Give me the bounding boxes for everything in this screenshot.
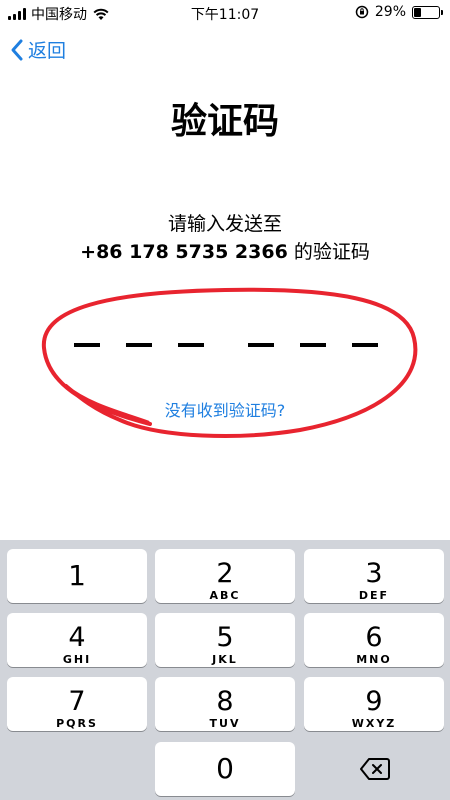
key-3[interactable]: 3 DEF xyxy=(304,549,444,603)
key-digit: 9 xyxy=(365,686,383,717)
key-letters: PQRS xyxy=(56,717,98,730)
key-letters: TUV xyxy=(209,717,241,730)
key-letters: GHI xyxy=(62,653,92,666)
status-bar: 中国移动 下午11:07 29% xyxy=(0,0,450,26)
key-digit: 0 xyxy=(216,752,234,785)
key-digit: 8 xyxy=(216,686,234,717)
key-9[interactable]: 9 WXYZ xyxy=(304,677,444,731)
verification-code-input[interactable] xyxy=(70,330,380,360)
delete-key[interactable] xyxy=(304,742,444,796)
battery-percent: 29% xyxy=(374,4,406,20)
backspace-icon xyxy=(360,758,390,780)
key-7[interactable]: 7 PQRS xyxy=(7,677,147,731)
battery-level-fill xyxy=(414,7,421,17)
instruction-text: 请输入发送至 +86 178 5735 2366 的验证码 xyxy=(0,210,450,266)
key-4[interactable]: 4 GHI xyxy=(7,613,147,667)
key-digit: 5 xyxy=(216,622,234,653)
code-slot xyxy=(74,343,100,347)
phone-number: +86 178 5735 2366 xyxy=(80,241,288,263)
annotation-circle xyxy=(41,287,418,438)
key-letters: JKL xyxy=(212,653,238,666)
page-title: 验证码 xyxy=(170,101,279,142)
key-letters: DEF xyxy=(358,589,390,602)
key-5[interactable]: 5 JKL xyxy=(155,613,295,667)
numeric-keypad: 1 2 ABC 3 DEF 4 GHI 5 JKL 6 MNO 7 PQRS 8… xyxy=(0,540,450,800)
key-digit: 3 xyxy=(365,558,383,589)
chevron-left-icon xyxy=(11,39,23,60)
key-digit: 7 xyxy=(68,686,86,717)
status-right: 29% xyxy=(355,4,443,20)
key-6[interactable]: 6 MNO xyxy=(304,613,444,667)
code-slot xyxy=(352,343,378,347)
key-digit: 1 xyxy=(68,559,86,592)
key-letters: WXYZ xyxy=(351,717,397,730)
code-slot xyxy=(126,343,152,347)
key-letters: MNO xyxy=(356,653,392,666)
key-1[interactable]: 1 xyxy=(7,549,147,603)
battery-icon xyxy=(412,5,443,19)
key-letters: ABC xyxy=(209,589,241,602)
rotation-lock-icon xyxy=(355,5,369,19)
code-slot xyxy=(300,343,326,347)
code-slot xyxy=(248,343,274,347)
key-0[interactable]: 0 xyxy=(155,742,295,796)
resend-code-link[interactable]: 没有收到验证码? xyxy=(0,397,450,421)
instruction-line1: 请输入发送至 xyxy=(167,213,282,235)
key-2[interactable]: 2 ABC xyxy=(155,549,295,603)
instruction-line2: +86 178 5735 2366 的验证码 xyxy=(0,238,450,266)
key-digit: 2 xyxy=(216,558,234,589)
back-label: 返回 xyxy=(28,40,67,62)
key-8[interactable]: 8 TUV xyxy=(155,677,295,731)
key-digit: 4 xyxy=(68,622,86,653)
code-slot xyxy=(178,343,204,347)
key-digit: 6 xyxy=(365,622,383,653)
instruction-suffix: 的验证码 xyxy=(287,241,370,263)
back-button[interactable]: 返回 xyxy=(10,36,66,63)
